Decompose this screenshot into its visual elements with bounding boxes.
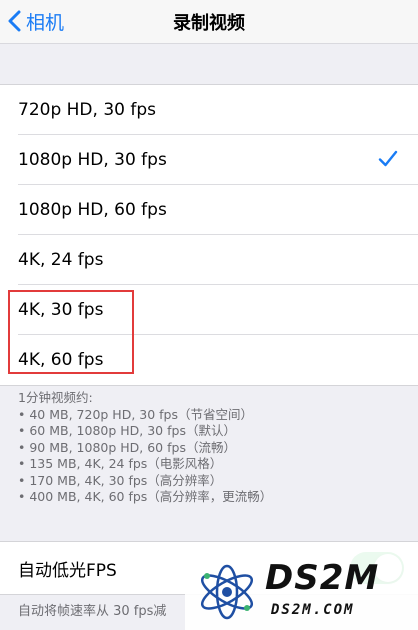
option-4k-30[interactable]: 4K, 30 fps: [0, 285, 418, 335]
option-4k-24[interactable]: 4K, 24 fps: [0, 235, 418, 285]
option-label: 4K, 24 fps: [18, 250, 104, 270]
option-4k-60[interactable]: 4K, 60 fps: [0, 335, 418, 385]
size-footnote: 1分钟视频约: • 40 MB, 720p HD, 30 fps（节省空间） •…: [18, 390, 408, 506]
footnote-line: • 400 MB, 4K, 60 fps（高分辨率，更流畅）: [18, 489, 273, 504]
atom-logo-icon: [200, 564, 254, 620]
video-format-list: 720p HD, 30 fps 1080p HD, 30 fps 1080p H…: [0, 84, 418, 386]
low-light-fps-description: 自动将帧速率从 30 fps减: [18, 604, 167, 619]
option-label: 720p HD, 30 fps: [18, 100, 156, 120]
footnote-line: • 60 MB, 1080p HD, 30 fps（默认）: [18, 423, 236, 438]
watermark: DS2M DS2M.COM: [185, 550, 418, 630]
option-label: 4K, 30 fps: [18, 300, 104, 320]
page-title: 录制视频: [173, 13, 245, 34]
option-720p-30[interactable]: 720p HD, 30 fps: [0, 85, 418, 135]
navigation-bar: 相机 录制视频: [0, 0, 418, 44]
watermark-big-text: DS2M: [265, 558, 380, 598]
low-light-fps-label: 自动低光FPS: [18, 561, 117, 581]
option-label: 1080p HD, 30 fps: [18, 150, 167, 170]
option-1080p-30[interactable]: 1080p HD, 30 fps: [0, 135, 418, 185]
watermark-small-text: DS2M.COM: [271, 602, 355, 618]
checkmark-icon: [378, 150, 398, 167]
footnote-line: • 170 MB, 4K, 30 fps（高分辨率）: [18, 472, 223, 488]
footnote-line: • 135 MB, 4K, 24 fps（电影风格）: [18, 456, 223, 471]
option-1080p-60[interactable]: 1080p HD, 60 fps: [0, 185, 418, 235]
footnote-heading: 1分钟视频约:: [18, 390, 93, 405]
footnote-line: • 40 MB, 720p HD, 30 fps（节省空间）: [18, 406, 253, 422]
option-label: 4K, 60 fps: [18, 350, 104, 370]
footnote-line: • 90 MB, 1080p HD, 60 fps（流畅）: [18, 439, 236, 455]
option-label: 1080p HD, 60 fps: [18, 200, 167, 220]
